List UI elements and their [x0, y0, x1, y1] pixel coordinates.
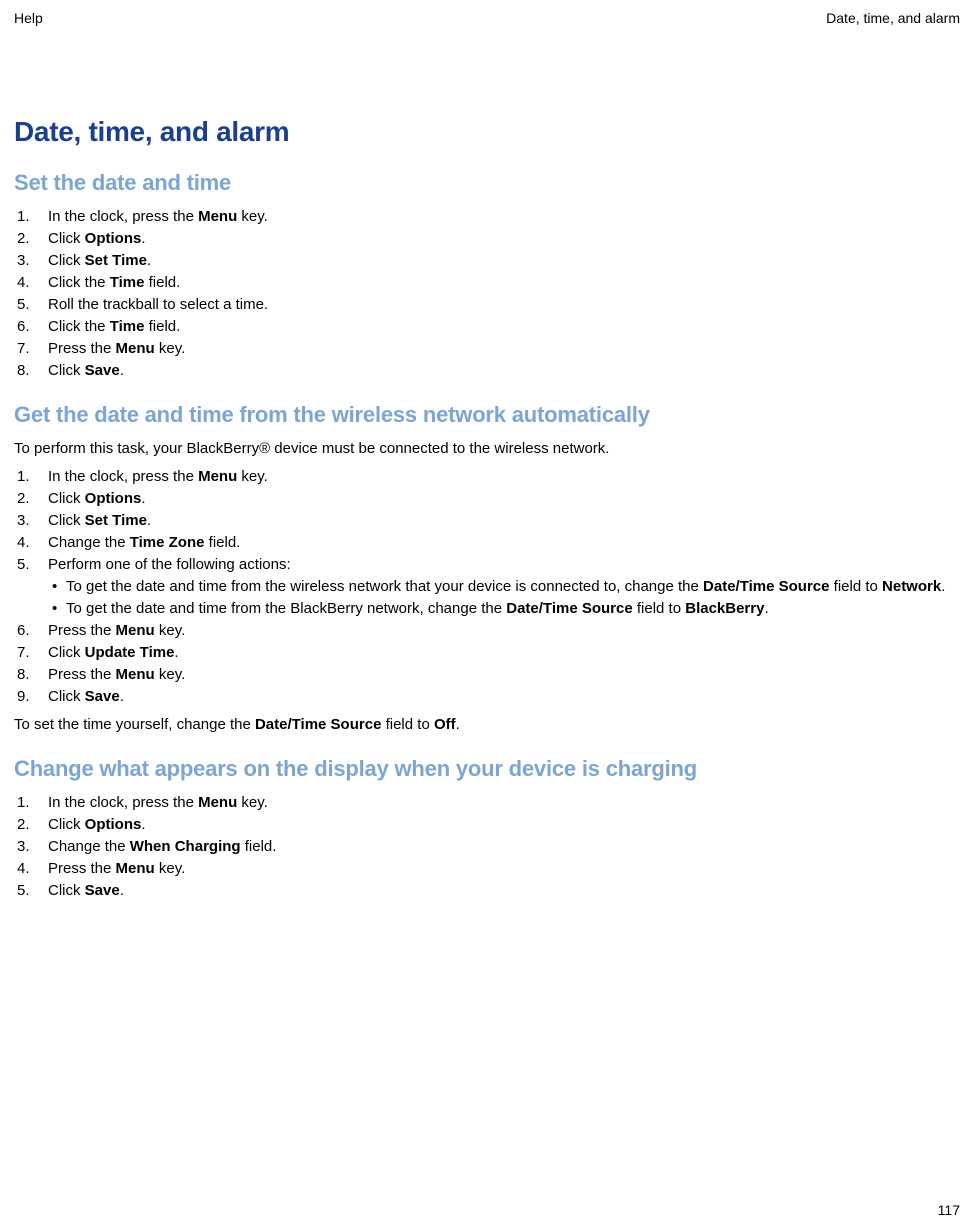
- section2-intro: To perform this task, your BlackBerry® d…: [14, 438, 960, 460]
- list-item: Perform one of the following actions: To…: [14, 554, 960, 620]
- list-item: Click Options.: [14, 488, 960, 510]
- page-title: Date, time, and alarm: [14, 116, 960, 148]
- list-item: Click Options.: [14, 814, 960, 836]
- header-left: Help: [14, 10, 43, 26]
- list-item: Roll the trackball to select a time.: [14, 294, 960, 316]
- list-item: Click Options.: [14, 228, 960, 250]
- section1-steps: In the clock, press the Menu key. Click …: [14, 206, 960, 382]
- list-item: Change the When Charging field.: [14, 836, 960, 858]
- list-item: Press the Menu key.: [14, 620, 960, 642]
- list-item: Click Update Time.: [14, 642, 960, 664]
- list-item: Click Save.: [14, 686, 960, 708]
- header-right: Date, time, and alarm: [826, 10, 960, 26]
- list-item: Press the Menu key.: [14, 858, 960, 880]
- page-header: Help Date, time, and alarm: [0, 0, 974, 26]
- section3-steps: In the clock, press the Menu key. Click …: [14, 792, 960, 902]
- list-item: Change the Time Zone field.: [14, 532, 960, 554]
- bullet-item: To get the date and time from the wirele…: [48, 576, 960, 598]
- list-item: Press the Menu key.: [14, 664, 960, 686]
- list-item: Click Set Time.: [14, 250, 960, 272]
- list-item: Click the Time field.: [14, 316, 960, 338]
- list-item: Click Save.: [14, 880, 960, 902]
- list-item: In the clock, press the Menu key.: [14, 792, 960, 814]
- list-item: In the clock, press the Menu key.: [14, 466, 960, 488]
- section-set-date-time-heading: Set the date and time: [14, 170, 960, 196]
- section2-steps: In the clock, press the Menu key. Click …: [14, 466, 960, 708]
- list-item: Click Set Time.: [14, 510, 960, 532]
- section-wireless-heading: Get the date and time from the wireless …: [14, 402, 960, 428]
- list-item: Press the Menu key.: [14, 338, 960, 360]
- nested-bullets: To get the date and time from the wirele…: [48, 576, 960, 620]
- page-number: 117: [938, 1202, 960, 1218]
- page-content: Date, time, and alarm Set the date and t…: [0, 26, 974, 902]
- section-charging-heading: Change what appears on the display when …: [14, 756, 960, 782]
- bullet-item: To get the date and time from the BlackB…: [48, 598, 960, 620]
- list-item: In the clock, press the Menu key.: [14, 206, 960, 228]
- list-item: Click the Time field.: [14, 272, 960, 294]
- list-item: Click Save.: [14, 360, 960, 382]
- section2-outro: To set the time yourself, change the Dat…: [14, 714, 960, 736]
